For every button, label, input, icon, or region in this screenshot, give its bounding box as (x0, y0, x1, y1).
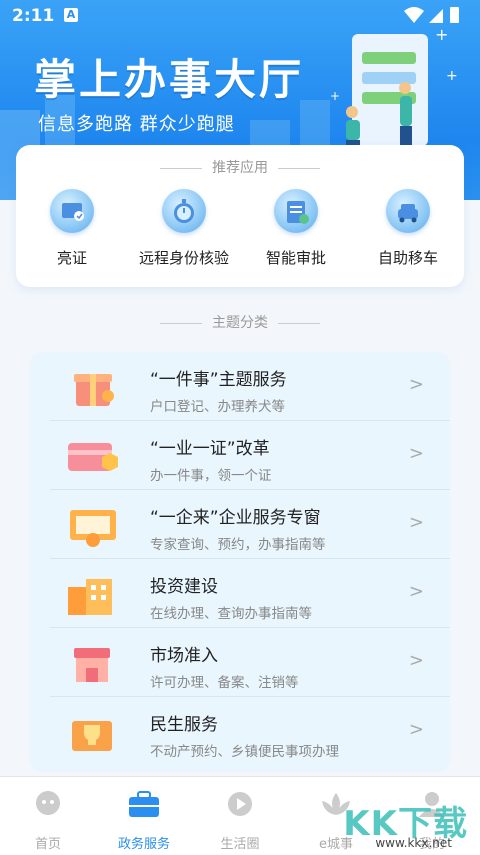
chevron-right-icon: > (408, 581, 424, 602)
chevron-right-icon: > (408, 719, 424, 740)
topic-subtitle: 在线办理、查询办事指南等 (150, 606, 312, 622)
topics-title: 主题分类 (0, 312, 480, 332)
car-icon (386, 189, 430, 233)
app-self-move-car[interactable]: 自助移车 (352, 189, 464, 268)
play-icon (228, 792, 252, 816)
tab-government-services[interactable]: 政务服务 (96, 777, 192, 855)
topic-subtitle: 办一件事，领一个证 (150, 468, 272, 484)
watermark-url: www.kkx.net (375, 836, 452, 850)
chevron-right-icon: > (408, 374, 424, 395)
document-check-icon (274, 189, 318, 233)
svg-text:+: + (330, 89, 340, 103)
chevron-right-icon: > (408, 512, 424, 533)
id-card-icon (50, 189, 94, 233)
topic-item-livelihood[interactable]: 民生服务 不动产预约、乡镇便民事项办理 > (30, 697, 450, 766)
card-lightning-icon (68, 443, 118, 471)
topic-title: “一企来”企业服务专窗 (150, 508, 321, 528)
svg-text:+: + (446, 68, 458, 84)
topic-item-investment-construction[interactable]: 投资建设 在线办理、查询办事指南等 > (30, 559, 450, 628)
chevron-right-icon: > (408, 650, 424, 671)
app-label: 自助移车 (377, 249, 438, 267)
page-subtitle: 信息多跑路 群众少跑腿 (38, 114, 235, 135)
status-bar: 2:11 A (0, 0, 480, 32)
topic-subtitle: 许可办理、备案、注销等 (150, 675, 299, 691)
gift-box-icon (74, 374, 114, 406)
topic-item-one-thing[interactable]: “一件事”主题服务 户口登记、办理养犬等 > (30, 352, 450, 421)
certificate-icon (70, 510, 116, 547)
signal-battery-icon (404, 7, 459, 23)
status-time: 2:11 (12, 6, 55, 26)
app-label: 远程身份核验 (138, 249, 229, 267)
tab-label: 政务服务 (117, 837, 170, 852)
topic-subtitle: 不动产预约、乡镇便民事项办理 (150, 744, 339, 760)
notification-a-icon: A (64, 8, 78, 22)
topic-item-market-access[interactable]: 市场准入 许可办理、备案、注销等 > (30, 628, 450, 697)
recommended-title: 推荐应用 (16, 157, 464, 177)
tab-label: 生活圈 (220, 837, 260, 852)
app-liangzheng[interactable]: 亮证 (16, 189, 128, 268)
tab-life-circle[interactable]: 生活圈 (192, 777, 288, 855)
recommended-apps-card: 推荐应用 亮证 远程身份核验 智能审批 自助移车 (16, 145, 464, 287)
page-title: 掌上办事大厅 (34, 55, 305, 104)
app-smart-approval[interactable]: 智能审批 (240, 189, 352, 268)
topic-title: “一件事”主题服务 (150, 370, 287, 390)
app-label: 智能审批 (265, 249, 326, 267)
topic-title: 市场准入 (150, 646, 218, 666)
app-remote-id-check[interactable]: 远程身份核验 (128, 189, 240, 268)
briefcase-icon (129, 791, 159, 817)
app-label: 亮证 (56, 249, 87, 267)
tab-label: 首页 (34, 837, 61, 852)
topic-subtitle: 专家查询、预约，办事指南等 (150, 537, 326, 553)
topic-title: 民生服务 (150, 715, 218, 735)
topic-title: 投资建设 (150, 577, 218, 597)
topic-item-one-industry-one-cert[interactable]: “一业一证”改革 办一件事，领一个证 > (30, 421, 450, 490)
trophy-icon (72, 721, 112, 751)
shop-icon (74, 648, 110, 682)
topic-subtitle: 户口登记、办理养犬等 (150, 399, 285, 415)
tab-home[interactable]: 首页 (0, 777, 96, 855)
home-icon (36, 791, 60, 815)
topics-list: “一件事”主题服务 户口登记、办理养犬等 > “一业一证”改革 办一件事，领一个… (30, 352, 450, 772)
topic-title: “一业一证”改革 (150, 439, 270, 459)
chevron-right-icon: > (408, 443, 424, 464)
stopwatch-icon (162, 189, 206, 233)
building-icon (68, 579, 112, 615)
topic-item-enterprise-service[interactable]: “一企来”企业服务专窗 专家查询、预约，办事指南等 > (30, 490, 450, 559)
